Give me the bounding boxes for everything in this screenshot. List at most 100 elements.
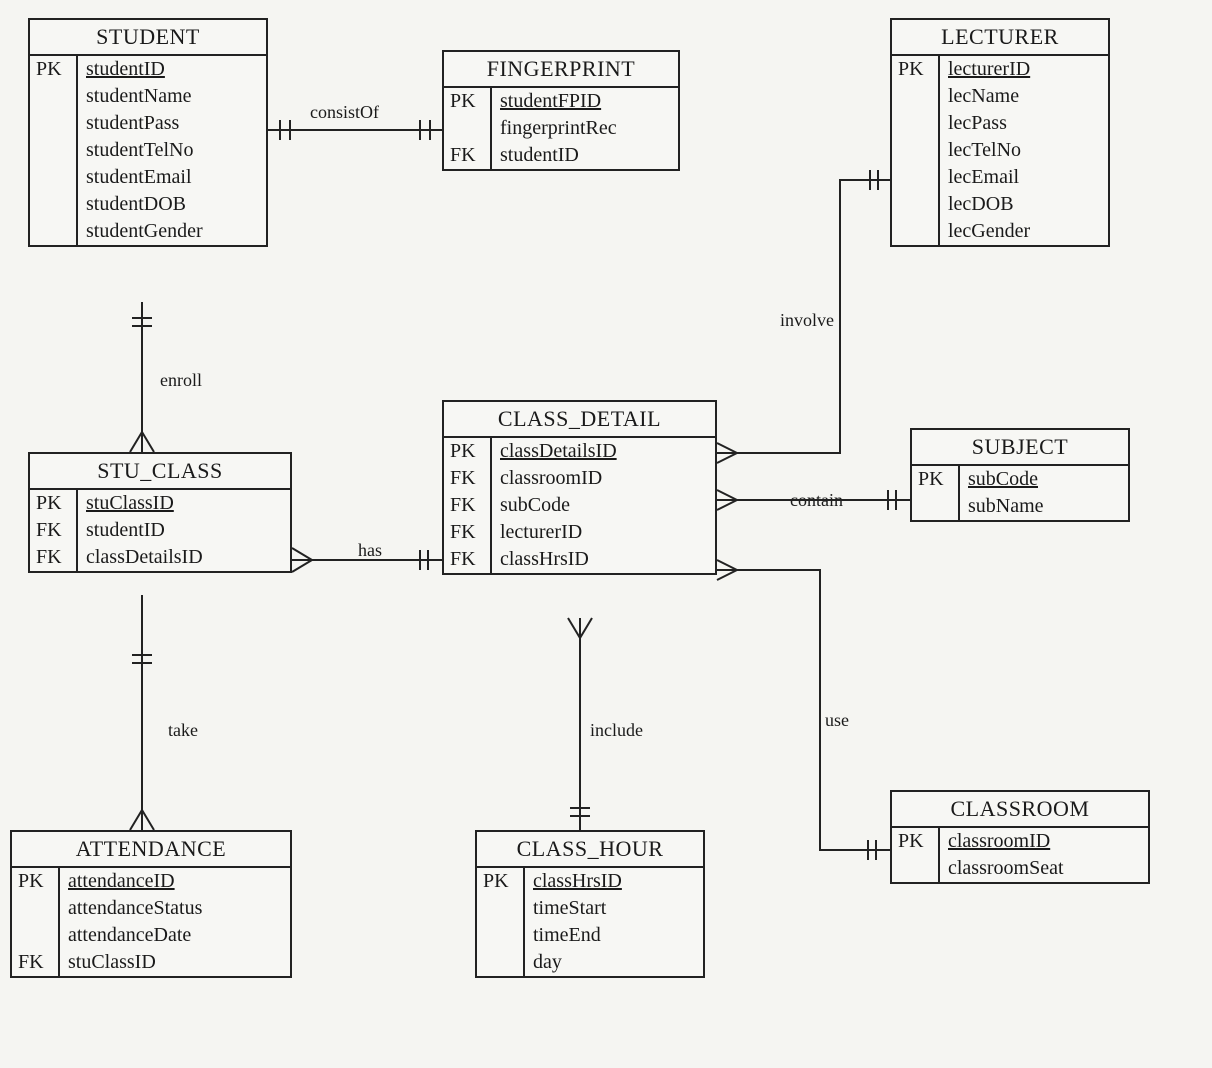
er-diagram-canvas: STUDENT PKstudentID studentName studentP…	[0, 0, 1212, 1068]
key	[30, 164, 78, 191]
entity-subject: SUBJECT PKsubCode subName	[910, 428, 1130, 522]
key: PK	[892, 56, 940, 83]
attr: fingerprintRec	[492, 115, 678, 142]
attr: day	[525, 949, 703, 976]
key: PK	[12, 868, 60, 895]
entity-class-hour-title: CLASS_HOUR	[477, 832, 703, 868]
key	[892, 855, 940, 882]
entity-attendance: ATTENDANCE PKattendanceID attendanceStat…	[10, 830, 292, 978]
entity-fingerprint: FINGERPRINT PKstudentFPID fingerprintRec…	[442, 50, 680, 171]
key: PK	[477, 868, 525, 895]
attr: classDetailsID	[492, 438, 715, 465]
attr: subCode	[492, 492, 715, 519]
attr: studentDOB	[78, 191, 266, 218]
key: FK	[444, 142, 492, 169]
attr: classroomID	[940, 828, 1148, 855]
rel-consistof-label: consistOf	[310, 102, 379, 123]
attr: stuClassID	[78, 490, 290, 517]
entity-lecturer-title: LECTURER	[892, 20, 1108, 56]
attr: lecturerID	[940, 56, 1108, 83]
rel-use-label: use	[825, 710, 849, 731]
attr: studentID	[78, 56, 266, 83]
entity-classroom-title: CLASSROOM	[892, 792, 1148, 828]
rel-take-label: take	[168, 720, 198, 741]
rel-has-label: has	[358, 540, 382, 561]
entity-student-title: STUDENT	[30, 20, 266, 56]
key	[444, 115, 492, 142]
attr: attendanceID	[60, 868, 290, 895]
key: FK	[30, 544, 78, 571]
attr: lecEmail	[940, 164, 1108, 191]
key	[892, 191, 940, 218]
rel-enroll-label: enroll	[160, 370, 202, 391]
key	[892, 137, 940, 164]
key: FK	[444, 492, 492, 519]
attr: studentID	[492, 142, 678, 169]
entity-class-detail-title: CLASS_DETAIL	[444, 402, 715, 438]
key	[30, 137, 78, 164]
key: FK	[12, 949, 60, 976]
key: FK	[30, 517, 78, 544]
entity-lecturer: LECTURER PKlecturerID lecName lecPass le…	[890, 18, 1110, 247]
rel-involve-label: involve	[780, 310, 834, 331]
entity-classroom: CLASSROOM PKclassroomID classroomSeat	[890, 790, 1150, 884]
attr: studentPass	[78, 110, 266, 137]
key: PK	[30, 56, 78, 83]
attr: lecGender	[940, 218, 1108, 245]
key	[477, 949, 525, 976]
attr: attendanceDate	[60, 922, 290, 949]
attr: studentEmail	[78, 164, 266, 191]
rel-contain-label: contain	[790, 490, 843, 511]
attr: lecPass	[940, 110, 1108, 137]
entity-student: STUDENT PKstudentID studentName studentP…	[28, 18, 268, 247]
key: PK	[892, 828, 940, 855]
attr: classHrsID	[492, 546, 715, 573]
entity-attendance-title: ATTENDANCE	[12, 832, 290, 868]
attr: studentID	[78, 517, 290, 544]
key	[892, 218, 940, 245]
key	[12, 895, 60, 922]
key	[30, 83, 78, 110]
attr: subCode	[960, 466, 1128, 493]
attr: timeEnd	[525, 922, 703, 949]
attr: timeStart	[525, 895, 703, 922]
key	[892, 110, 940, 137]
entity-class-detail: CLASS_DETAIL PKclassDetailsID FKclassroo…	[442, 400, 717, 575]
key	[30, 110, 78, 137]
attr: classroomID	[492, 465, 715, 492]
attr: classroomSeat	[940, 855, 1148, 882]
rel-include-label: include	[590, 720, 643, 741]
attr: classHrsID	[525, 868, 703, 895]
attr: lecTelNo	[940, 137, 1108, 164]
key	[30, 191, 78, 218]
attr: lecName	[940, 83, 1108, 110]
key: FK	[444, 465, 492, 492]
key: PK	[444, 88, 492, 115]
key: PK	[30, 490, 78, 517]
key: FK	[444, 519, 492, 546]
attr: stuClassID	[60, 949, 290, 976]
entity-stu-class-title: STU_CLASS	[30, 454, 290, 490]
attr: subName	[960, 493, 1128, 520]
entity-fingerprint-title: FINGERPRINT	[444, 52, 678, 88]
entity-class-hour: CLASS_HOUR PKclassHrsID timeStart timeEn…	[475, 830, 705, 978]
key: FK	[444, 546, 492, 573]
attr: studentGender	[78, 218, 266, 245]
attr: studentName	[78, 83, 266, 110]
attr: lecturerID	[492, 519, 715, 546]
key	[892, 164, 940, 191]
entity-subject-title: SUBJECT	[912, 430, 1128, 466]
key	[12, 922, 60, 949]
key	[477, 895, 525, 922]
key: PK	[444, 438, 492, 465]
attr: attendanceStatus	[60, 895, 290, 922]
attr: studentTelNo	[78, 137, 266, 164]
entity-stu-class: STU_CLASS PKstuClassID FKstudentID FKcla…	[28, 452, 292, 573]
attr: lecDOB	[940, 191, 1108, 218]
key	[477, 922, 525, 949]
key	[892, 83, 940, 110]
key	[912, 493, 960, 520]
key: PK	[912, 466, 960, 493]
key	[30, 218, 78, 245]
attr: studentFPID	[492, 88, 678, 115]
